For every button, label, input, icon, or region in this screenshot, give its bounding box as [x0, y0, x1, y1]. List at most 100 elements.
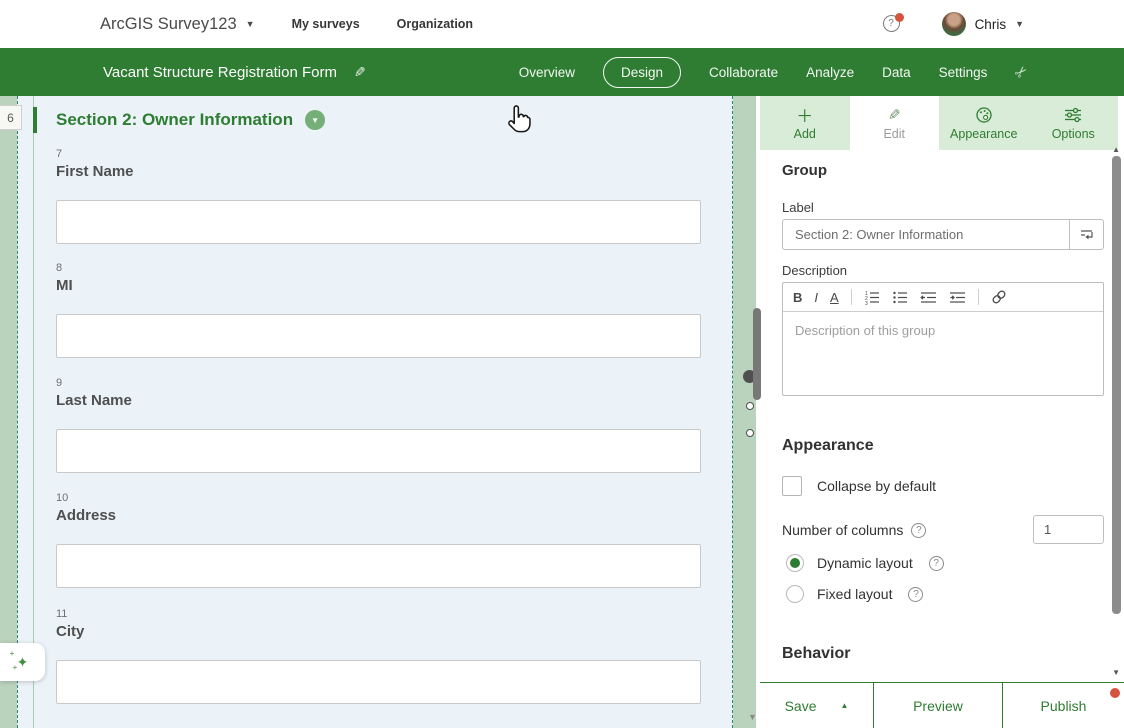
- panel-footer: Save ▲ Preview Publish: [760, 682, 1124, 728]
- number-of-columns-label: Number of columns: [782, 522, 903, 538]
- scissors-icon[interactable]: ✂: [1011, 61, 1033, 83]
- save-label: Save: [785, 698, 817, 714]
- help-icon[interactable]: ?: [908, 587, 923, 602]
- chevron-up-icon[interactable]: ▲: [841, 701, 849, 710]
- form-question[interactable]: 7 First Name: [56, 148, 701, 244]
- collapse-by-default-row: Collapse by default: [782, 476, 936, 496]
- section-title: Section 2: Owner Information: [56, 110, 293, 130]
- last-name-input[interactable]: [56, 429, 701, 473]
- link-icon[interactable]: [991, 289, 1007, 305]
- question-label: City: [56, 623, 701, 641]
- tab-appearance[interactable]: Appearance: [939, 96, 1029, 150]
- form-question[interactable]: 10 Address: [56, 492, 701, 588]
- dynamic-layout-label: Dynamic layout: [817, 555, 913, 571]
- canvas-scroll-down-icon[interactable]: ▼: [748, 712, 757, 722]
- form-question[interactable]: 11 City: [56, 608, 701, 704]
- handle-dot[interactable]: [746, 402, 754, 410]
- number-of-columns-row: Number of columns ?: [782, 522, 926, 538]
- sparkle-icon: ✦++: [17, 654, 29, 671]
- tab-options[interactable]: Options: [1029, 96, 1119, 150]
- tab-edit[interactable]: ✎ Edit: [850, 96, 940, 150]
- survey-header: Vacant Structure Registration Form ✎ Ove…: [0, 48, 1124, 96]
- tab-design[interactable]: Design: [603, 57, 681, 88]
- description-editor: B I A 123: [782, 282, 1104, 396]
- form-question[interactable]: 8 MI: [56, 262, 701, 358]
- nav-organization[interactable]: Organization: [397, 17, 473, 31]
- chevron-down-icon: ▼: [246, 19, 255, 29]
- publish-button[interactable]: Publish: [1003, 683, 1124, 728]
- edit-title-pencil-icon[interactable]: ✎: [354, 64, 366, 81]
- label-field-label: Label: [782, 200, 814, 215]
- palette-icon: [975, 105, 993, 124]
- tab-collaborate[interactable]: Collaborate: [709, 65, 778, 80]
- address-input[interactable]: [56, 544, 701, 588]
- text-color-button[interactable]: A: [830, 290, 839, 305]
- preview-button[interactable]: Preview: [873, 683, 1003, 728]
- appearance-heading: Appearance: [782, 437, 874, 455]
- selected-group-canvas[interactable]: Section 2: Owner Information ▼ 7 First N…: [17, 96, 733, 728]
- wrap-text-icon[interactable]: [1069, 220, 1103, 249]
- form-question[interactable]: 9 Last Name: [56, 377, 701, 473]
- page-number-tab[interactable]: 6: [0, 105, 22, 130]
- fixed-layout-label: Fixed layout: [817, 586, 892, 602]
- panel-tabs: ＋ Add ✎ Edit Appearance Options: [760, 96, 1118, 150]
- indent-icon[interactable]: [949, 290, 966, 305]
- city-input[interactable]: [56, 660, 701, 704]
- dynamic-layout-radio[interactable]: [786, 554, 804, 572]
- mi-input[interactable]: [56, 314, 701, 358]
- question-number: 7: [56, 148, 701, 160]
- save-button[interactable]: Save ▲: [760, 683, 873, 728]
- behavior-heading: Behavior: [782, 645, 850, 663]
- group-indicator-line: [33, 96, 34, 728]
- panel-scrollbar-thumb[interactable]: [1112, 156, 1121, 614]
- handle-dot[interactable]: [746, 429, 754, 437]
- tab-overview[interactable]: Overview: [519, 65, 575, 80]
- help-icon[interactable]: ?: [911, 523, 926, 538]
- user-name[interactable]: Chris: [975, 17, 1007, 32]
- help-button[interactable]: ?: [883, 15, 902, 34]
- description-placeholder[interactable]: Description of this group: [783, 312, 1103, 349]
- form-canvas-region: 6 Section 2: Owner Information ▼ 7 First…: [0, 96, 760, 728]
- group-heading: Group: [782, 162, 827, 179]
- number-of-columns-input[interactable]: [1033, 515, 1104, 544]
- question-number: 8: [56, 262, 701, 274]
- avatar[interactable]: [942, 12, 966, 36]
- panel-scroll-up-icon[interactable]: ▲: [1112, 145, 1120, 154]
- italic-button[interactable]: I: [814, 290, 818, 305]
- bold-button[interactable]: B: [793, 290, 802, 305]
- question-label: MI: [56, 277, 701, 295]
- canvas-scrollbar-thumb[interactable]: [753, 308, 761, 400]
- question-label: Address: [56, 507, 701, 525]
- bullet-list-icon[interactable]: [892, 290, 908, 305]
- app-switcher[interactable]: ArcGIS Survey123 ▼: [100, 15, 255, 34]
- outdent-icon[interactable]: [920, 290, 937, 305]
- collapse-by-default-checkbox[interactable]: [782, 476, 802, 496]
- survey123-designer: ArcGIS Survey123 ▼ My surveys Organizati…: [0, 0, 1124, 728]
- help-icon[interactable]: ?: [929, 556, 944, 571]
- tab-data[interactable]: Data: [882, 65, 911, 80]
- ordered-list-icon[interactable]: 123: [864, 290, 880, 305]
- label-input-wrap: [782, 219, 1104, 250]
- first-name-input[interactable]: [56, 200, 701, 244]
- survey-title: Vacant Structure Registration Form: [103, 64, 337, 81]
- tab-add[interactable]: ＋ Add: [760, 96, 850, 150]
- chevron-down-icon[interactable]: ▼: [1015, 19, 1024, 29]
- question-number: 9: [56, 377, 701, 389]
- notification-dot: [895, 13, 904, 22]
- ai-assistant-button[interactable]: ✦++: [0, 643, 45, 681]
- tab-settings[interactable]: Settings: [939, 65, 988, 80]
- question-label: First Name: [56, 163, 701, 181]
- survey-nav: Overview Design Collaborate Analyze Data…: [519, 57, 1028, 88]
- chevron-down-icon: ▼: [311, 116, 319, 125]
- fixed-layout-radio[interactable]: [786, 585, 804, 603]
- section-header: Section 2: Owner Information ▼: [33, 107, 325, 133]
- tab-label: Options: [1052, 127, 1095, 141]
- richtext-toolbar: B I A 123: [783, 283, 1103, 312]
- panel-scroll-down-icon[interactable]: ▼: [1112, 668, 1120, 677]
- group-label-input[interactable]: [783, 220, 1069, 249]
- collapse-section-button[interactable]: ▼: [305, 110, 325, 130]
- collapse-by-default-label: Collapse by default: [817, 478, 936, 494]
- tab-analyze[interactable]: Analyze: [806, 65, 854, 80]
- nav-my-surveys[interactable]: My surveys: [292, 17, 360, 31]
- section-accent-bar: [33, 107, 37, 133]
